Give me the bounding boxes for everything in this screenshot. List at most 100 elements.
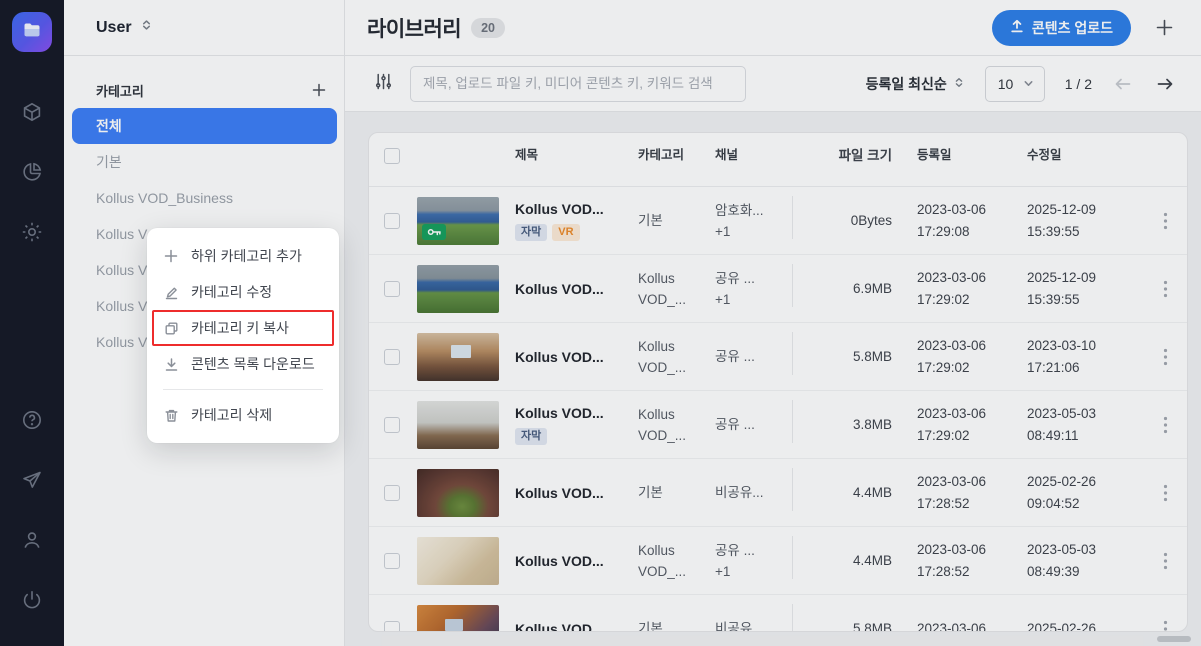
row-kebab-menu-button[interactable] xyxy=(1159,548,1172,574)
sliders-icon[interactable] xyxy=(375,73,392,95)
content-title[interactable]: Kollus VOD... xyxy=(515,349,638,365)
content-thumbnail[interactable] xyxy=(417,537,499,585)
table-row[interactable]: Kollus VOD...기본비공유...4.4MB2023-03-0617:2… xyxy=(369,459,1187,527)
row-kebab-menu-button[interactable] xyxy=(1159,276,1172,302)
send-icon[interactable] xyxy=(20,468,44,492)
row-kebab-menu-button[interactable] xyxy=(1159,208,1172,234)
upload-icon xyxy=(1010,19,1024,36)
modified-cell: 2025-12-0915:39:55 xyxy=(1027,199,1137,243)
sidebar-category-item[interactable]: 기본 xyxy=(64,144,344,180)
channel-name: 비공유... xyxy=(715,482,792,503)
table-row[interactable]: Kollus VOD...Kollus VOD_...공유 ...+14.4MB… xyxy=(369,527,1187,595)
table-row[interactable]: Kollus VOD...Kollus VOD_...공유 ...5.8MB20… xyxy=(369,323,1187,391)
prev-page-button[interactable] xyxy=(1112,74,1134,94)
row-checkbox-cell xyxy=(369,621,417,633)
actions-cell xyxy=(1137,344,1188,370)
row-checkbox[interactable] xyxy=(384,281,400,297)
modified-cell: 2025-12-0915:39:55 xyxy=(1027,267,1137,311)
category-cell: Kollus VOD_... xyxy=(638,540,715,582)
thumbnail-cell xyxy=(417,401,515,449)
title-cell: Kollus VOD... xyxy=(515,349,638,365)
table-header-row: 제목 카테고리 채널 파일 크기 등록일 수정일 xyxy=(369,133,1187,187)
help-icon[interactable] xyxy=(20,408,44,432)
category-cell: Kollus VOD_... xyxy=(638,404,715,446)
sidebar-category-item[interactable]: 전체 xyxy=(72,108,337,144)
workspace-switcher[interactable]: User xyxy=(64,0,344,56)
gear-icon[interactable] xyxy=(20,220,44,244)
actions-cell xyxy=(1137,208,1188,234)
key-icon xyxy=(422,224,446,240)
add-button[interactable] xyxy=(1153,16,1176,39)
content-thumbnail[interactable] xyxy=(417,197,499,245)
title-cell: Kollus VOD... xyxy=(515,281,638,297)
page-size-select[interactable]: 10 xyxy=(985,66,1045,102)
search-input[interactable] xyxy=(410,66,746,102)
category-cell: Kollus VOD_... xyxy=(638,336,715,378)
content-thumbnail[interactable] xyxy=(417,605,499,633)
sidebar-category-item[interactable]: Kollus VOD_Business xyxy=(64,180,344,216)
power-icon[interactable] xyxy=(20,588,44,612)
sort-button[interactable]: 등록일 최신순 xyxy=(866,74,965,94)
menu-item[interactable]: 하위 카테고리 추가 xyxy=(147,238,339,274)
table-row[interactable]: Kollus VOD...자막Kollus VOD_...공유 ...3.8MB… xyxy=(369,391,1187,459)
content-title[interactable]: Kollus VOD... xyxy=(515,405,638,421)
pie-chart-icon[interactable] xyxy=(20,160,44,184)
content-thumbnail[interactable] xyxy=(417,469,499,517)
horizontal-scrollbar[interactable] xyxy=(1157,636,1191,642)
content-title[interactable]: Kollus VOD... xyxy=(515,281,638,297)
category-cell: 기본 xyxy=(638,482,715,503)
table-body: Kollus VOD...자막VR기본암호화...+10Bytes2023-03… xyxy=(369,187,1187,632)
select-all-checkbox[interactable] xyxy=(384,148,400,164)
modified-cell: 2023-05-0308:49:39 xyxy=(1027,539,1137,583)
add-category-button[interactable] xyxy=(309,80,329,100)
filesize-cell: 4.4MB xyxy=(792,527,917,594)
page-title: 라이브러리 xyxy=(367,13,461,43)
menu-item-label: 카테고리 수정 xyxy=(191,282,272,302)
registered-cell: 2023-03-0617:29:02 xyxy=(917,335,1027,379)
table-row[interactable]: Kollus VOD...기본비공유...5.8MB2023-03-062025… xyxy=(369,595,1187,632)
menu-item[interactable]: 카테고리 수정 xyxy=(147,274,339,310)
menu-item[interactable]: 카테고리 삭제 xyxy=(147,397,339,433)
registered-cell: 2023-03-0617:29:08 xyxy=(917,199,1027,243)
table-row[interactable]: Kollus VOD...Kollus VOD_...공유 ...+16.9MB… xyxy=(369,255,1187,323)
upload-content-button[interactable]: 콘텐츠 업로드 xyxy=(992,10,1131,46)
actions-cell xyxy=(1137,548,1188,574)
row-checkbox[interactable] xyxy=(384,621,400,633)
next-page-button[interactable] xyxy=(1154,74,1176,94)
page-size-value: 10 xyxy=(998,76,1014,92)
actions-cell xyxy=(1137,412,1188,438)
row-kebab-menu-button[interactable] xyxy=(1159,480,1172,506)
content-title[interactable]: Kollus VOD... xyxy=(515,553,638,569)
actions-cell xyxy=(1137,616,1188,633)
channel-name: 비공유... xyxy=(715,618,792,632)
registered-cell: 2023-03-06 xyxy=(917,618,1027,633)
library-body: 제목 카테고리 채널 파일 크기 등록일 수정일 Kollus VOD...자막… xyxy=(345,112,1201,646)
content-title[interactable]: Kollus VOD... xyxy=(515,485,638,501)
menu-item[interactable]: 카테고리 키 복사 xyxy=(147,310,339,346)
library-app-tile[interactable] xyxy=(12,12,52,52)
row-checkbox[interactable] xyxy=(384,417,400,433)
row-kebab-menu-button[interactable] xyxy=(1159,412,1172,438)
row-kebab-menu-button[interactable] xyxy=(1159,616,1172,633)
table-row[interactable]: Kollus VOD...자막VR기본암호화...+10Bytes2023-03… xyxy=(369,187,1187,255)
upload-button-label: 콘텐츠 업로드 xyxy=(1032,18,1113,38)
row-kebab-menu-button[interactable] xyxy=(1159,344,1172,370)
content-thumbnail[interactable] xyxy=(417,265,499,313)
cube-icon[interactable] xyxy=(20,100,44,124)
filesize-cell: 0Bytes xyxy=(792,187,917,254)
content-thumbnail[interactable] xyxy=(417,333,499,381)
content-title[interactable]: Kollus VOD... xyxy=(515,201,638,217)
vr-badge: VR xyxy=(552,224,579,241)
copy-icon xyxy=(163,320,179,336)
row-checkbox[interactable] xyxy=(384,485,400,501)
menu-item[interactable]: 콘텐츠 목록 다운로드 xyxy=(147,346,339,382)
user-icon[interactable] xyxy=(20,528,44,552)
content-thumbnail[interactable] xyxy=(417,401,499,449)
content-count-badge: 20 xyxy=(471,18,505,38)
row-checkbox[interactable] xyxy=(384,349,400,365)
menu-divider xyxy=(163,389,323,390)
row-checkbox[interactable] xyxy=(384,213,400,229)
content-title[interactable]: Kollus VOD... xyxy=(515,621,638,633)
row-checkbox[interactable] xyxy=(384,553,400,569)
registered-cell: 2023-03-0617:28:52 xyxy=(917,471,1027,515)
